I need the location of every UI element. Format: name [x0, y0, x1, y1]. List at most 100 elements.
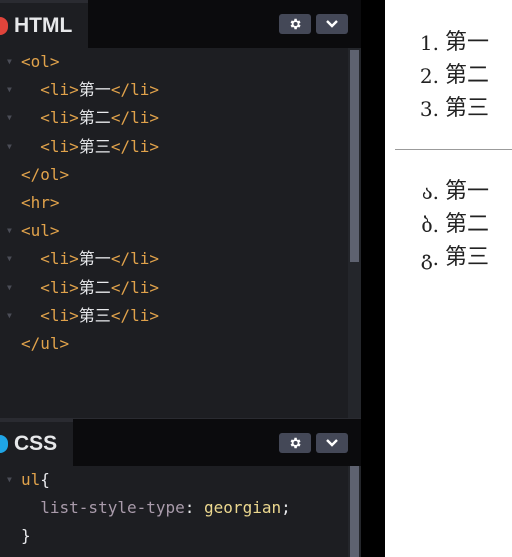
fold-arrow-icon[interactable]: ▼: [7, 217, 12, 245]
list-marker: ბ.: [421, 213, 439, 237]
code-token: <li>: [40, 80, 79, 100]
html-tab-title: HTML: [14, 13, 73, 37]
code-line[interactable]: ▼ <li>第三</li>: [0, 302, 348, 330]
html-settings-button[interactable]: [279, 14, 311, 34]
code-line[interactable]: ▼ <ul>: [0, 217, 348, 245]
css-scroll-thumb[interactable]: [350, 466, 359, 557]
code-line[interactable]: ▼ <li>第二</li>: [0, 104, 348, 132]
code-text: <hr>: [21, 189, 60, 217]
list-item-text: 第一: [445, 30, 490, 55]
code-token: 第一: [78, 249, 111, 269]
list-marker: 3.: [419, 97, 439, 121]
list-marker: გ.: [420, 246, 439, 270]
gear-icon: [290, 437, 301, 449]
fold-arrow-icon[interactable]: ▼: [7, 274, 12, 302]
gear-icon: [290, 18, 301, 30]
code-token: </li>: [110, 249, 159, 269]
css-collapse-button[interactable]: [316, 433, 348, 453]
code-text: <li>第三</li>: [21, 133, 159, 161]
list-marker: 2.: [419, 64, 439, 88]
code-text: <li>第二</li>: [21, 274, 159, 302]
list-item: 2. 第二: [420, 59, 489, 93]
css-editor-panel: CSS ▼ ul{ list-style-type: georgian;}: [0, 418, 361, 557]
code-text: <li>第二</li>: [21, 104, 159, 132]
code-token: <li>: [40, 249, 79, 269]
code-token: <li>: [40, 108, 79, 128]
code-token: }: [21, 526, 31, 546]
code-token: ul: [21, 470, 41, 489]
code-token: </ol>: [21, 164, 70, 184]
code-line[interactable]: <hr>: [0, 189, 348, 217]
html-scroll-thumb[interactable]: [350, 50, 359, 262]
list-item-text: 第二: [445, 212, 490, 237]
css-scrollbar[interactable]: [348, 466, 361, 557]
code-line[interactable]: list-style-type: georgian;: [0, 494, 348, 522]
html-code-area[interactable]: ▼ <ol> ▼ <li>第一</li> ▼ <li>第二</li> ▼ <li>第三<…: [0, 48, 348, 418]
fold-arrow-icon[interactable]: ▼: [7, 302, 12, 330]
panel-resize-gutter[interactable]: [361, 0, 385, 557]
html-collapse-button[interactable]: [316, 14, 348, 34]
code-line[interactable]: ▼ <ol>: [0, 48, 348, 76]
code-token: :: [184, 498, 205, 518]
code-token: <hr>: [21, 192, 60, 212]
code-token: 第三: [78, 136, 111, 156]
css-code-area[interactable]: ▼ ul{ list-style-type: georgian;}: [0, 466, 348, 557]
code-token: <ul>: [21, 221, 60, 241]
fold-arrow-icon[interactable]: ▼: [7, 48, 12, 76]
code-line[interactable]: ▼ <li>第三</li>: [0, 133, 348, 161]
code-line[interactable]: ▼ ul{: [0, 466, 348, 494]
horizontal-rule: [395, 149, 512, 150]
list-item: ა. 第一: [422, 175, 489, 209]
code-token: georgian: [204, 498, 282, 518]
chevron-down-icon: [326, 20, 338, 28]
code-token: <li>: [40, 305, 79, 325]
list-item: 3. 第三: [420, 92, 489, 126]
fold-arrow-icon[interactable]: ▼: [7, 133, 12, 161]
css-settings-button[interactable]: [279, 433, 311, 453]
fold-arrow-icon[interactable]: ▼: [7, 466, 12, 494]
code-text: </ul>: [21, 330, 69, 358]
list-marker: 1.: [419, 31, 439, 55]
fold-arrow-icon[interactable]: ▼: [7, 76, 12, 104]
code-token: 第二: [78, 277, 111, 297]
code-line[interactable]: </ul>: [0, 330, 348, 358]
code-text: list-style-type: georgian;: [21, 494, 291, 522]
code-token: <li>: [40, 136, 79, 156]
html-tab[interactable]: HTML: [0, 0, 89, 48]
code-text: ul{: [21, 466, 50, 494]
html-header-buttons: [279, 14, 348, 34]
chevron-down-icon: [326, 439, 338, 447]
list-marker: ა.: [421, 180, 439, 204]
code-text: }: [21, 522, 31, 550]
code-token: </li>: [110, 277, 159, 297]
code-line[interactable]: }: [0, 522, 348, 550]
code-text: <ul>: [21, 217, 60, 245]
css-panel-header: CSS: [0, 419, 361, 466]
code-text: <li>第一</li>: [21, 245, 159, 273]
list-item: 1. 第一: [420, 26, 490, 60]
code-token: list-style-type: [40, 498, 185, 518]
code-line[interactable]: ▼ <li>第二</li>: [0, 274, 348, 302]
list-item: ბ. 第二: [421, 208, 490, 242]
css-tab-title: CSS: [14, 432, 58, 455]
code-line[interactable]: ▼ <li>第一</li>: [0, 76, 348, 104]
code-token: ;: [281, 498, 291, 518]
html-scrollbar[interactable]: [348, 48, 361, 418]
code-line[interactable]: ▼ <li>第一</li>: [0, 245, 348, 273]
fold-arrow-icon[interactable]: ▼: [7, 245, 12, 273]
code-line[interactable]: </ol>: [0, 161, 348, 189]
code-token: 第一: [78, 80, 111, 100]
css-tab[interactable]: CSS: [0, 419, 74, 466]
code-token: <ol>: [21, 52, 60, 71]
code-token: 第三: [78, 305, 111, 325]
fold-arrow-icon[interactable]: ▼: [7, 104, 12, 132]
code-text: </ol>: [21, 161, 69, 189]
css-header-buttons: [279, 433, 348, 453]
code-token: </li>: [110, 136, 159, 156]
result-preview: 1. 第一 2. 第二 3. 第三 ა. 第一 ბ. 第二 გ. 第三: [385, 0, 512, 557]
